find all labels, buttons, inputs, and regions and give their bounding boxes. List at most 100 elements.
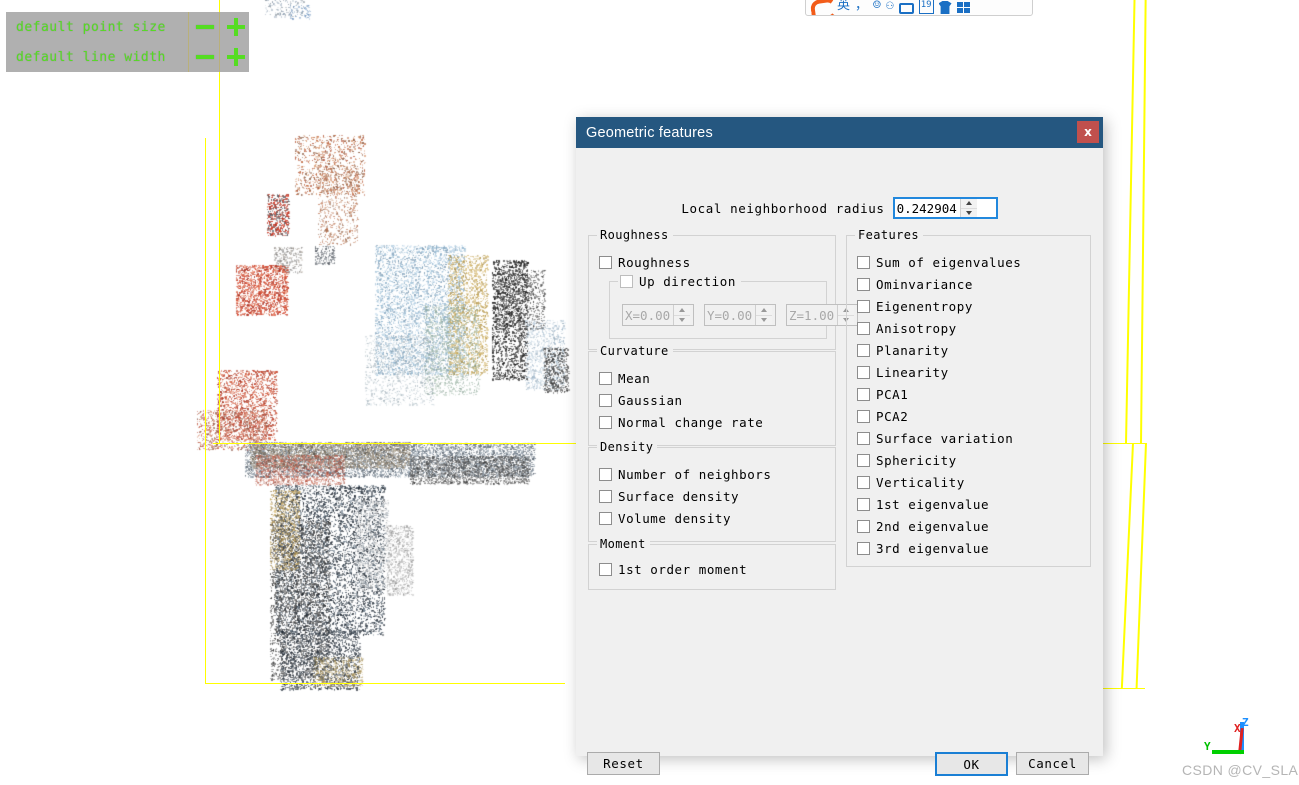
checkbox-planarity[interactable]: Planarity — [857, 342, 949, 358]
checkbox-box[interactable] — [599, 467, 612, 481]
minus-icon[interactable] — [196, 25, 214, 29]
checkbox-box[interactable] — [599, 562, 612, 576]
calendar-icon[interactable]: 19 — [918, 0, 934, 14]
checkbox-label: Eigenentropy — [876, 298, 973, 314]
checkbox-1st-eigenvalue[interactable]: 1st eigenvalue — [857, 496, 989, 512]
radius-label: Local neighborhood radius — [681, 200, 885, 216]
dialog-titlebar[interactable]: Geometric features x — [576, 117, 1103, 148]
radius-spin-buttons[interactable] — [959, 199, 977, 218]
checkbox-box[interactable] — [599, 255, 612, 269]
checkbox-box[interactable] — [599, 371, 612, 385]
checkbox-box[interactable] — [857, 497, 870, 511]
spin-buttons[interactable] — [673, 305, 691, 326]
checkbox-label: PCA1 — [876, 386, 909, 402]
checkbox-3rd-eigenvalue[interactable]: 3rd eigenvalue — [857, 540, 989, 556]
checkbox-surface-density[interactable]: Surface density — [599, 488, 739, 504]
close-icon[interactable]: x — [1077, 121, 1099, 143]
spin-up-icon[interactable] — [960, 199, 977, 209]
checkbox-ominvariance[interactable]: Ominvariance — [857, 276, 973, 292]
reset-button[interactable]: Reset — [587, 752, 660, 775]
checkbox-box[interactable] — [857, 277, 870, 291]
checkbox-box[interactable] — [857, 387, 870, 401]
checkbox-box[interactable] — [599, 511, 612, 525]
bbox-edge — [213, 443, 576, 444]
chinese-english-toggle-icon[interactable]: 英 — [837, 0, 850, 14]
checkbox-eigenentropy[interactable]: Eigenentropy — [857, 298, 973, 314]
checkbox-gaussian[interactable]: Gaussian — [599, 392, 683, 408]
ok-button[interactable]: OK — [935, 752, 1008, 776]
group-title-curvature: Curvature — [597, 344, 673, 358]
checkbox-box[interactable] — [599, 415, 612, 429]
checkbox-label: Planarity — [876, 342, 949, 358]
radius-input[interactable]: 0.242904 — [895, 199, 960, 217]
apps-grid-icon[interactable] — [956, 2, 971, 14]
checkbox-box[interactable] — [857, 255, 870, 269]
up-direction-x-spinbox[interactable]: X=0.00 — [622, 304, 694, 326]
checkbox-box[interactable] — [857, 453, 870, 467]
checkbox-box[interactable] — [857, 409, 870, 423]
checkbox-box[interactable] — [857, 299, 870, 313]
checkbox-number-of-neighbors[interactable]: Number of neighbors — [599, 466, 771, 482]
checkbox-box[interactable] — [599, 489, 612, 503]
checkbox-box[interactable] — [857, 431, 870, 445]
checkbox-normal-change-rate[interactable]: Normal change rate — [599, 414, 763, 430]
spin-up-icon[interactable] — [756, 305, 773, 316]
ime-floating-toolbar[interactable]: 英 ， ☺ ⚇ 19 — [805, 0, 1033, 16]
group-title-features: Features — [855, 228, 923, 242]
checkbox-mean[interactable]: Mean — [599, 370, 650, 386]
spin-buttons[interactable] — [755, 305, 773, 326]
keyboard-icon[interactable] — [898, 3, 914, 14]
checkbox-box[interactable] — [857, 541, 870, 555]
checkbox-2nd-eigenvalue[interactable]: 2nd eigenvalue — [857, 518, 989, 534]
sogou-logo-icon[interactable] — [810, 0, 832, 14]
up-direction-z-input[interactable]: Z=1.00 — [787, 305, 837, 325]
checkbox-box[interactable] — [599, 393, 612, 407]
checkbox-label: Surface density — [618, 488, 740, 504]
checkbox-volume-density[interactable]: Volume density — [599, 510, 731, 526]
cancel-button[interactable]: Cancel — [1016, 752, 1089, 775]
spin-up-icon[interactable] — [674, 305, 691, 316]
checkbox-box[interactable] — [857, 343, 870, 357]
group-moment: Moment 1st order moment — [588, 537, 836, 590]
checkbox-label: Roughness — [618, 254, 691, 270]
checkbox-pca1[interactable]: PCA1 — [857, 386, 908, 402]
checkbox-box[interactable] — [857, 519, 870, 533]
checkbox-box[interactable] — [857, 365, 870, 379]
spin-down-icon[interactable] — [961, 209, 977, 218]
comma-punctuation-icon[interactable]: ， — [855, 0, 868, 14]
bbox-edge — [1103, 688, 1145, 689]
overlay-divider — [188, 42, 189, 72]
checkbox-label: 3rd eigenvalue — [876, 540, 990, 556]
plus-icon[interactable] — [227, 18, 245, 36]
checkbox-1st-order-moment[interactable]: 1st order moment — [599, 561, 747, 577]
watermark-text: CSDN @CV_SLAM — [1182, 762, 1299, 778]
plus-icon[interactable] — [227, 48, 245, 66]
spin-down-icon[interactable] — [756, 316, 772, 326]
checkbox-box[interactable] — [857, 475, 870, 489]
up-direction-y-spinbox[interactable]: Y=0.00 — [704, 304, 776, 326]
up-direction-x-input[interactable]: X=0.00 — [623, 305, 673, 325]
checkbox-linearity[interactable]: Linearity — [857, 364, 949, 380]
up-direction-y-input[interactable]: Y=0.00 — [705, 305, 755, 325]
checkbox-sphericity[interactable]: Sphericity — [857, 452, 957, 468]
checkbox-anisotropy[interactable]: Anisotropy — [857, 320, 957, 336]
minus-icon[interactable] — [196, 55, 214, 59]
up-direction-header[interactable]: Up direction — [618, 273, 741, 289]
checkbox-roughness[interactable]: Roughness — [599, 254, 691, 270]
bbox-edge — [205, 683, 565, 684]
checkbox-label: PCA2 — [876, 408, 909, 424]
radius-spinbox[interactable]: 0.242904 — [892, 197, 998, 219]
spin-down-icon[interactable] — [674, 316, 690, 326]
overlay-divider — [219, 12, 220, 42]
checkbox-verticality[interactable]: Verticality — [857, 474, 965, 490]
emoji-icon[interactable]: ☺ — [873, 0, 881, 14]
checkbox-sum-of-eigenvalues[interactable]: Sum of eigenvalues — [857, 254, 1021, 270]
microphone-icon[interactable]: ⚇ — [886, 0, 894, 14]
skin-icon[interactable] — [938, 1, 952, 14]
checkbox-box[interactable] — [857, 321, 870, 335]
checkbox-surface-variation[interactable]: Surface variation — [857, 430, 1013, 446]
axis-y-line — [1212, 750, 1244, 754]
group-curvature: Curvature Mean Gaussian Normal change ra… — [588, 344, 836, 446]
checkbox-pca2[interactable]: PCA2 — [857, 408, 908, 424]
checkbox-box[interactable] — [620, 274, 633, 288]
